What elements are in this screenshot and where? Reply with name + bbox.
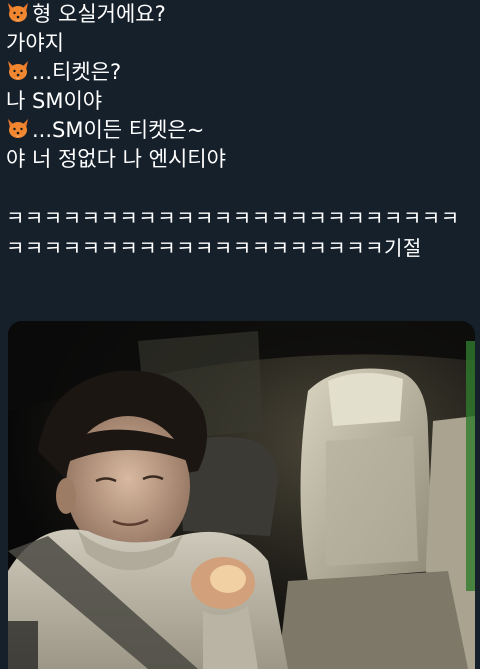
tweet-line-text: 형 오실거에요? <box>32 2 166 26</box>
tweet-line-text: 가야지 <box>6 31 64 55</box>
tweet-line-2: 가야지 <box>6 29 476 58</box>
car-interior-photo <box>8 321 475 669</box>
laugh-line-2: ㅋㅋㅋㅋㅋㅋㅋㅋㅋㅋㅋㅋㅋㅋㅋㅋㅋㅋㅋㅋ기절 <box>6 236 422 260</box>
tweet-media-image[interactable] <box>8 321 475 669</box>
fox-emoji-icon <box>8 119 28 138</box>
fox-emoji-icon <box>8 61 28 80</box>
laugh-line-1: ㅋㅋㅋㅋㅋㅋㅋㅋㅋㅋㅋㅋㅋㅋㅋㅋㅋㅋㅋㅋㅋㅋㅋㅋ <box>6 206 460 230</box>
tweet-line-6: 야 너 정없다 나 엔시티야 <box>6 145 476 174</box>
tweet-line-text: ...티켓은? <box>32 60 122 84</box>
tweet-line-1: 형 오실거에요? <box>6 0 476 29</box>
tweet-line-text: ...SM이든 티켓은~ <box>32 118 205 142</box>
tweet-line-3: ...티켓은? <box>6 58 476 87</box>
tweet-line-text: 나 SM이야 <box>6 89 103 113</box>
tweet-line-4: 나 SM이야 <box>6 87 476 116</box>
fox-emoji-icon <box>8 3 28 22</box>
line-break-spacer <box>6 174 476 203</box>
tweet-line-5: ...SM이든 티켓은~ <box>6 116 476 145</box>
tweet-line-text: 야 너 정없다 나 엔시티야 <box>6 147 226 171</box>
tweet-text: 형 오실거에요? 가야지 ...티켓은? 나 SM이야 ...SM이든 티켓은~… <box>6 0 476 263</box>
